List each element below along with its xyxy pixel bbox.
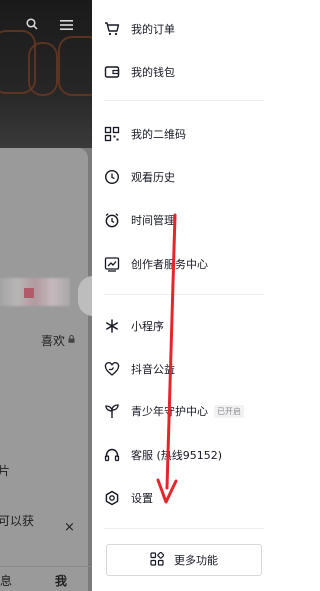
wallet-icon	[104, 64, 120, 80]
blurred-pixel	[24, 288, 34, 298]
menu-item-mini-programs[interactable]: 小程序	[104, 312, 284, 340]
alarm-clock-icon	[104, 212, 120, 228]
menu-item-label: 抖音公益	[131, 363, 175, 376]
background-profile-page: 喜欢 片 可以获 × 息 我	[0, 0, 92, 591]
photo-label: 片	[0, 464, 11, 478]
menu-item-qr-code[interactable]: 我的二维码	[104, 120, 284, 148]
menu-item-time-management[interactable]: 时间管理	[104, 206, 284, 234]
menu-item-label: 我的订单	[131, 23, 175, 36]
blurred-content	[0, 278, 70, 306]
menu-item-settings[interactable]: 设置	[104, 484, 284, 512]
section-divider	[104, 294, 264, 295]
more-features-label: 更多功能	[174, 554, 218, 567]
asterisk-icon	[104, 318, 120, 334]
headset-icon	[104, 447, 120, 463]
settings-icon	[104, 490, 120, 506]
me-tab[interactable]: 我	[55, 572, 67, 589]
menu-item-label: 客服 (热线95152)	[131, 449, 223, 462]
menu-item-label: 创作者服务中心	[131, 258, 208, 271]
message-tab[interactable]: 息	[0, 572, 12, 589]
menu-item-teen-protection[interactable]: 青少年守护中心 已开启	[104, 397, 284, 425]
qr-code-icon	[104, 126, 120, 142]
menu-item-label: 小程序	[131, 320, 164, 333]
menu-item-label: 青少年守护中心	[131, 405, 208, 418]
menu-item-customer-service[interactable]: 客服 (热线95152)	[104, 441, 284, 469]
notice-text: 可以获	[0, 514, 35, 528]
side-drawer: 我的订单 我的钱包 我的二维码 观看历史 时间管理 创作者服务中心 小程序 抖音…	[92, 0, 301, 591]
menu-item-welfare[interactable]: 抖音公益	[104, 355, 284, 383]
menu-item-orders[interactable]: 我的订单	[104, 15, 284, 43]
profile-cover-image	[0, 0, 92, 148]
section-divider	[104, 100, 264, 101]
bottom-divider	[0, 566, 92, 567]
menu-item-label: 观看历史	[131, 171, 175, 184]
status-badge: 已开启	[214, 404, 244, 418]
clock-icon	[104, 169, 120, 185]
menu-item-watch-history[interactable]: 观看历史	[104, 163, 284, 191]
cart-icon	[104, 21, 120, 37]
grid-icon	[150, 551, 165, 570]
menu-item-wallet[interactable]: 我的钱包	[104, 58, 284, 86]
menu-item-label: 我的钱包	[131, 66, 175, 79]
menu-item-label: 设置	[131, 492, 153, 505]
floating-handle	[78, 276, 92, 316]
welfare-icon	[104, 361, 120, 377]
close-icon[interactable]: ×	[64, 520, 75, 535]
menu-item-creator-center[interactable]: 创作者服务中心	[104, 250, 284, 278]
like-tab[interactable]: 喜欢	[41, 332, 65, 349]
menu-item-label: 时间管理	[131, 214, 175, 227]
menu-item-label: 我的二维码	[131, 128, 186, 141]
hamburger-menu-icon[interactable]	[60, 20, 73, 30]
more-features-button[interactable]: 更多功能	[106, 544, 262, 576]
chart-icon	[104, 256, 120, 272]
section-divider	[104, 528, 264, 529]
sprout-icon	[104, 403, 120, 419]
lock-icon	[68, 335, 75, 343]
search-icon[interactable]	[26, 18, 38, 30]
